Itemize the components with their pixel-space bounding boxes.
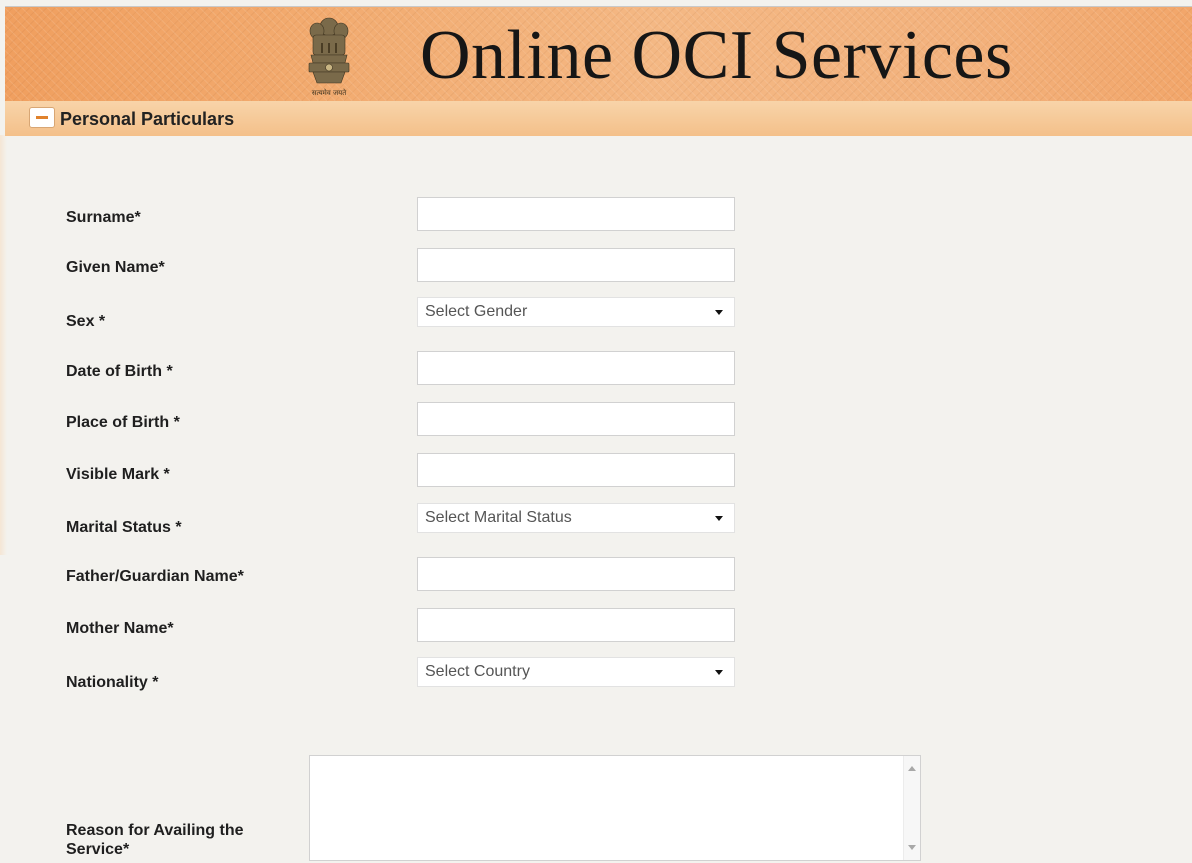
chevron-down-icon [715,310,723,315]
emblem-caption: सत्यमेव जयते [312,88,347,97]
minus-icon [36,116,48,119]
given-name-input[interactable] [417,248,735,282]
reason-label: Reason for Availing the Service* [66,822,244,858]
marital-status-select[interactable]: Select Marital Status [417,503,735,533]
textarea-scrollbar[interactable] [903,756,920,860]
left-edge-strip [0,135,7,555]
nationality-select[interactable]: Select Country [417,657,735,687]
scroll-down-icon[interactable] [908,845,916,850]
chevron-down-icon [715,670,723,675]
mother-name-label: Mother Name* [66,620,174,637]
header-banner: सत्यमेव जयते Online OCI Services [5,6,1192,102]
pob-label: Place of Birth * [66,414,180,431]
marital-status-select-value: Select Marital Status [425,509,572,526]
section-title: Personal Particulars [60,109,235,129]
sex-label: Sex * [66,313,106,330]
section-header: Personal Particulars [5,101,1192,136]
dob-label: Date of Birth * [66,363,173,380]
emblem-icon: सत्यमेव जयते [308,17,350,97]
father-name-label: Father/Guardian Name* [66,568,244,585]
gender-select-value: Select Gender [425,303,528,320]
nationality-label: Nationality * [66,674,159,691]
surname-input[interactable] [417,197,735,231]
visible-mark-input[interactable] [417,453,735,487]
reason-textarea[interactable] [309,755,921,861]
visible-mark-label: Visible Mark * [66,466,170,483]
chevron-down-icon [715,516,723,521]
father-name-input[interactable] [417,557,735,591]
pob-input[interactable] [417,402,735,436]
dob-input[interactable] [417,351,735,385]
marital-status-label: Marital Status * [66,519,182,536]
mother-name-input[interactable] [417,608,735,642]
scroll-up-icon[interactable] [908,766,916,771]
gender-select[interactable]: Select Gender [417,297,735,327]
collapse-button[interactable] [29,107,55,128]
nationality-select-value: Select Country [425,663,530,680]
given-name-label: Given Name* [66,259,165,276]
surname-label: Surname* [66,209,141,226]
page-title: Online OCI Services [420,17,1013,94]
